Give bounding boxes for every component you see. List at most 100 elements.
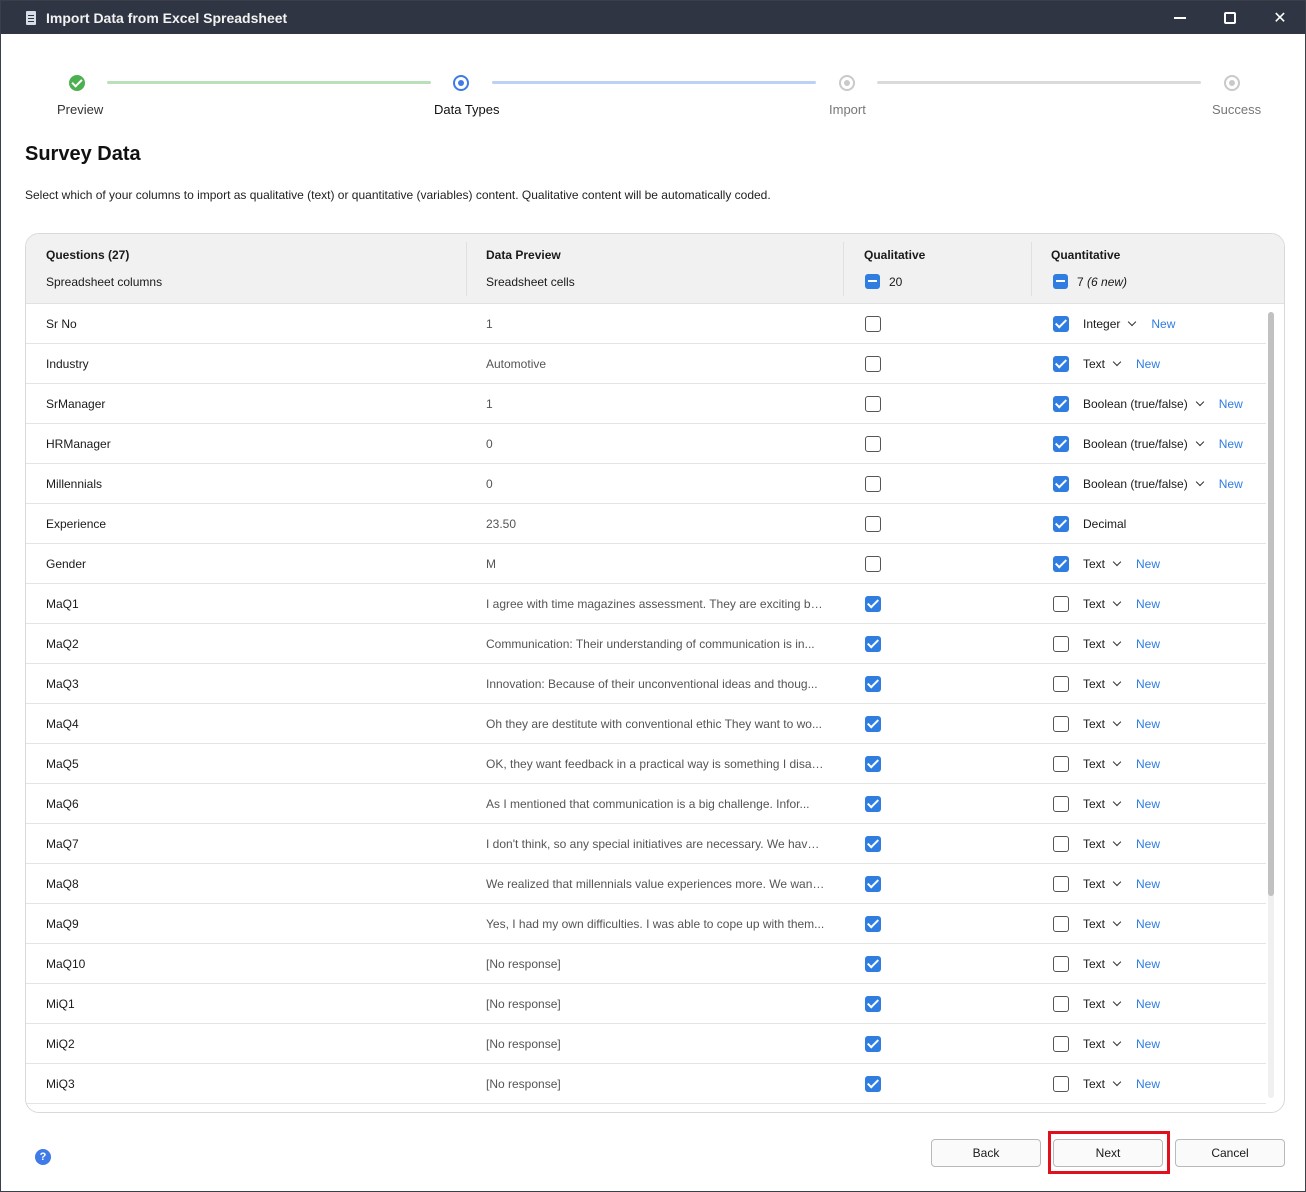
new-variable-link[interactable]: New — [1136, 784, 1160, 824]
quantitative-checkbox[interactable] — [1053, 476, 1069, 492]
quantitative-checkbox[interactable] — [1053, 396, 1069, 412]
qualitative-checkbox[interactable] — [865, 836, 881, 852]
variable-type-dropdown[interactable]: Text New — [1083, 944, 1160, 984]
header-divider — [843, 242, 844, 296]
new-variable-link[interactable]: New — [1136, 544, 1160, 584]
new-variable-link[interactable]: New — [1136, 824, 1160, 864]
variable-type-dropdown[interactable]: Text New — [1083, 1024, 1160, 1064]
table-scrollbar[interactable] — [1268, 312, 1274, 1098]
quantitative-select-all-checkbox[interactable] — [1053, 274, 1068, 289]
qualitative-select-all-checkbox[interactable] — [865, 274, 880, 289]
variable-type-dropdown[interactable]: Text New — [1083, 704, 1160, 744]
variable-type-dropdown[interactable]: Text New — [1083, 984, 1160, 1024]
variable-type-dropdown[interactable]: Boolean (true/false) New — [1083, 384, 1243, 424]
new-variable-link[interactable]: New — [1136, 664, 1160, 704]
qualitative-checkbox[interactable] — [865, 396, 881, 412]
qualitative-checkbox[interactable] — [865, 1076, 881, 1092]
qualitative-checkbox[interactable] — [865, 796, 881, 812]
new-variable-link[interactable]: New — [1136, 984, 1160, 1024]
close-button[interactable]: ✕ — [1255, 1, 1305, 34]
back-button[interactable]: Back — [931, 1139, 1041, 1167]
qualitative-checkbox[interactable] — [865, 916, 881, 932]
new-variable-link[interactable]: New — [1219, 384, 1243, 424]
quantitative-checkbox[interactable] — [1053, 1036, 1069, 1052]
variable-type-dropdown[interactable]: Boolean (true/false) New — [1083, 424, 1243, 464]
new-variable-link[interactable]: New — [1136, 744, 1160, 784]
quantitative-checkbox[interactable] — [1053, 836, 1069, 852]
variable-type-dropdown[interactable]: Text New — [1083, 344, 1160, 384]
qualitative-checkbox[interactable] — [865, 996, 881, 1012]
minimize-button[interactable] — [1155, 1, 1205, 34]
quantitative-checkbox[interactable] — [1053, 356, 1069, 372]
variable-type-dropdown[interactable]: Text New — [1083, 824, 1160, 864]
variable-type-dropdown[interactable]: Text New — [1083, 784, 1160, 824]
quantitative-checkbox[interactable] — [1053, 316, 1069, 332]
variable-type-label: Text — [1083, 557, 1106, 571]
scrollbar-thumb[interactable] — [1268, 312, 1274, 896]
quantitative-checkbox[interactable] — [1053, 676, 1069, 692]
variable-type-dropdown[interactable]: Text New — [1083, 664, 1160, 704]
maximize-button[interactable] — [1205, 1, 1255, 34]
chevron-down-icon — [1112, 997, 1122, 1007]
new-variable-link[interactable]: New — [1136, 344, 1160, 384]
variable-type-dropdown[interactable]: Boolean (true/false) New — [1083, 464, 1243, 504]
quantitative-checkbox[interactable] — [1053, 556, 1069, 572]
variable-type-label: Text — [1083, 597, 1106, 611]
data-preview: 23.50 — [486, 517, 517, 531]
cancel-button[interactable]: Cancel — [1175, 1139, 1285, 1167]
variable-type-dropdown[interactable]: Text New — [1083, 544, 1160, 584]
new-variable-link[interactable]: New — [1136, 624, 1160, 664]
variable-type-dropdown[interactable]: Text New — [1083, 584, 1160, 624]
quantitative-checkbox[interactable] — [1053, 636, 1069, 652]
qualitative-checkbox[interactable] — [865, 676, 881, 692]
new-variable-link[interactable]: New — [1136, 904, 1160, 944]
variable-type-dropdown[interactable]: Text New — [1083, 864, 1160, 904]
quantitative-checkbox[interactable] — [1053, 956, 1069, 972]
variable-type-label: Text — [1083, 717, 1106, 731]
qualitative-checkbox[interactable] — [865, 476, 881, 492]
new-variable-link[interactable]: New — [1151, 304, 1175, 344]
chevron-down-icon — [1112, 637, 1122, 647]
new-variable-link[interactable]: New — [1136, 1024, 1160, 1064]
quantitative-checkbox[interactable] — [1053, 756, 1069, 772]
variable-type-dropdown[interactable]: Text New — [1083, 1064, 1160, 1104]
new-variable-link[interactable]: New — [1136, 944, 1160, 984]
qualitative-checkbox[interactable] — [865, 636, 881, 652]
quantitative-checkbox[interactable] — [1053, 1076, 1069, 1092]
quantitative-checkbox[interactable] — [1053, 436, 1069, 452]
qualitative-checkbox[interactable] — [865, 1036, 881, 1052]
qualitative-checkbox[interactable] — [865, 356, 881, 372]
qualitative-checkbox[interactable] — [865, 956, 881, 972]
variable-type-dropdown[interactable]: Text New — [1083, 744, 1160, 784]
quantitative-checkbox[interactable] — [1053, 996, 1069, 1012]
variable-type-label: Text — [1083, 877, 1106, 891]
qualitative-checkbox[interactable] — [865, 756, 881, 772]
new-variable-link[interactable]: New — [1136, 1064, 1160, 1104]
qualitative-checkbox[interactable] — [865, 436, 881, 452]
quantitative-checkbox[interactable] — [1053, 876, 1069, 892]
qualitative-checkbox[interactable] — [865, 876, 881, 892]
table-row: MaQ4 Oh they are destitute with conventio… — [26, 704, 1266, 744]
variable-type-dropdown[interactable]: Text New — [1083, 624, 1160, 664]
qualitative-checkbox[interactable] — [865, 316, 881, 332]
new-variable-link[interactable]: New — [1219, 424, 1243, 464]
quantitative-checkbox[interactable] — [1053, 796, 1069, 812]
quantitative-checkbox[interactable] — [1053, 916, 1069, 932]
chevron-down-icon — [1112, 717, 1122, 727]
quantitative-checkbox[interactable] — [1053, 716, 1069, 732]
variable-type-dropdown[interactable]: Integer New — [1083, 304, 1175, 344]
new-variable-link[interactable]: New — [1136, 864, 1160, 904]
quantitative-checkbox[interactable] — [1053, 516, 1069, 532]
variable-type-dropdown[interactable]: Text New — [1083, 904, 1160, 944]
new-variable-link[interactable]: New — [1219, 464, 1243, 504]
qualitative-checkbox[interactable] — [865, 716, 881, 732]
new-variable-link[interactable]: New — [1136, 584, 1160, 624]
new-variable-link[interactable]: New — [1136, 704, 1160, 744]
qualitative-checkbox[interactable] — [865, 596, 881, 612]
quantitative-checkbox[interactable] — [1053, 596, 1069, 612]
qualitative-checkbox[interactable] — [865, 516, 881, 532]
help-icon[interactable]: ? — [35, 1149, 51, 1165]
step-label-success: Success — [1212, 102, 1262, 117]
header-questions-sub: Spreadsheet columns — [46, 275, 163, 289]
qualitative-checkbox[interactable] — [865, 556, 881, 572]
